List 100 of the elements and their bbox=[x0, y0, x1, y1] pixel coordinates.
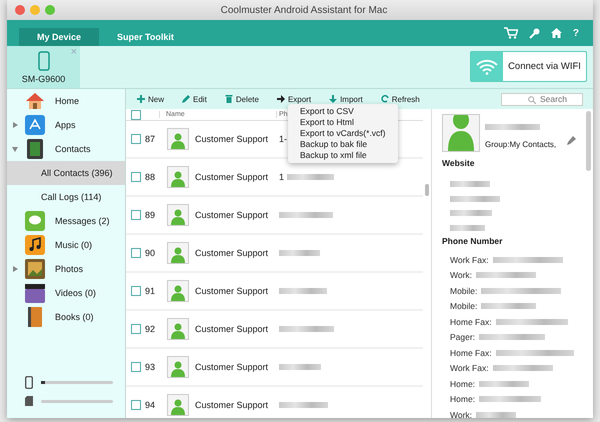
down-arrow-icon bbox=[329, 95, 338, 103]
phone-label: Work: bbox=[450, 270, 472, 280]
contact-photo bbox=[442, 114, 480, 152]
blurred-text bbox=[479, 396, 542, 402]
contact-name: Customer Support bbox=[195, 286, 270, 296]
tab[interactable]: My Device bbox=[19, 28, 100, 46]
checkbox[interactable] bbox=[131, 362, 141, 372]
blurred-text bbox=[450, 181, 490, 187]
avatar-icon bbox=[167, 166, 189, 188]
avatar-icon bbox=[167, 280, 189, 302]
wifi-icon bbox=[476, 58, 498, 74]
sidebar-item[interactable]: Music (0) bbox=[7, 233, 125, 257]
sidebar-subitem[interactable]: All Contacts (396) bbox=[7, 161, 125, 185]
address-book-icon bbox=[25, 139, 45, 159]
window-title: Coolmuster Android Assistant for Mac bbox=[220, 4, 388, 16]
checkbox[interactable] bbox=[131, 400, 141, 410]
blurred-text bbox=[450, 224, 485, 230]
collapsed-arrow-icon[interactable] bbox=[12, 122, 18, 128]
close-button[interactable] bbox=[15, 5, 25, 15]
blurred-text bbox=[481, 303, 536, 310]
checkbox[interactable] bbox=[131, 210, 141, 220]
scrollbar-thumb[interactable] bbox=[586, 111, 591, 171]
sidebar-item[interactable]: Videos (0) bbox=[7, 281, 125, 305]
arrow-icon bbox=[276, 95, 285, 103]
blurred-text bbox=[479, 380, 530, 387]
phone-icon bbox=[38, 50, 50, 70]
checkbox[interactable] bbox=[131, 110, 141, 120]
menu-item[interactable]: Export to CSV bbox=[300, 106, 386, 117]
toolbar-button[interactable]: Delete bbox=[222, 94, 262, 104]
blurred-text bbox=[279, 326, 334, 332]
key-icon[interactable] bbox=[528, 28, 540, 38]
storage-bar bbox=[41, 381, 113, 384]
sidebar-item[interactable]: Home bbox=[7, 89, 125, 113]
checkbox[interactable] bbox=[131, 286, 141, 296]
menu-item[interactable]: Backup to xml file bbox=[300, 150, 386, 161]
row-number: 87 bbox=[145, 134, 156, 144]
avatar-icon bbox=[167, 204, 189, 226]
checkbox[interactable] bbox=[131, 248, 141, 258]
blurred-text bbox=[476, 272, 536, 278]
menu-item[interactable]: Backup to bak file bbox=[300, 139, 386, 150]
blurred-text bbox=[287, 174, 334, 180]
home-icon[interactable] bbox=[550, 28, 562, 38]
blurred-text bbox=[485, 124, 540, 130]
phone-label: Home: bbox=[450, 394, 476, 404]
phone-icon bbox=[25, 376, 33, 389]
row-number: 94 bbox=[145, 400, 156, 410]
blurred-text bbox=[279, 288, 327, 294]
section-heading: Phone Number bbox=[442, 236, 504, 246]
contact-name: Customer Support bbox=[195, 324, 270, 334]
sidebar-subitem[interactable]: Call Logs (114) bbox=[7, 185, 125, 209]
section-heading: Website bbox=[442, 158, 476, 168]
phone-label: Work Fax: bbox=[450, 363, 489, 374]
zoom-button[interactable] bbox=[45, 5, 55, 15]
contact-name: Customer Support bbox=[195, 400, 270, 410]
toolbar-button[interactable]: Import bbox=[326, 94, 366, 104]
toolbar-button[interactable]: Export bbox=[274, 94, 314, 104]
phone-label: Work: bbox=[450, 410, 472, 418]
scrollbar-thumb[interactable] bbox=[425, 184, 429, 196]
blurred-text bbox=[450, 210, 492, 216]
speech-bubble-icon bbox=[25, 211, 45, 231]
pencil-icon[interactable] bbox=[567, 136, 576, 145]
phone-number: 1 bbox=[279, 172, 284, 182]
blurred-text bbox=[279, 364, 321, 370]
row-number: 93 bbox=[145, 362, 156, 372]
sidebar-item[interactable]: Contacts bbox=[7, 137, 125, 161]
avatar-icon bbox=[167, 318, 189, 340]
blurred-text bbox=[279, 212, 333, 218]
cart-icon[interactable] bbox=[504, 27, 518, 39]
phone-label: Home Fax: bbox=[450, 348, 492, 358]
trash-icon bbox=[224, 95, 233, 103]
toolbar-button[interactable]: Refresh bbox=[378, 94, 423, 104]
toolbar-button[interactable]: Edit bbox=[179, 94, 210, 104]
blurred-text bbox=[492, 256, 563, 263]
minimize-button[interactable] bbox=[30, 5, 40, 15]
contact-group: Group:My Contacts, bbox=[485, 140, 556, 149]
refresh-icon bbox=[380, 95, 389, 103]
phone-label: Work Fax: bbox=[450, 254, 489, 265]
menu-item[interactable]: Export to vCards(*.vcf) bbox=[300, 128, 386, 139]
contact-name: Customer Support bbox=[195, 172, 270, 182]
phone-label: Pager: bbox=[450, 332, 476, 342]
checkbox[interactable] bbox=[131, 134, 141, 144]
blurred-text bbox=[279, 402, 328, 408]
connect-wifi-button[interactable]: Connect via WIFI bbox=[470, 51, 587, 82]
checkbox[interactable] bbox=[131, 324, 141, 334]
phone-label: Mobile: bbox=[450, 286, 478, 296]
sidebar-item[interactable]: Photos bbox=[7, 257, 125, 281]
menu-item[interactable]: Export to Html bbox=[300, 117, 386, 128]
expanded-arrow-icon[interactable] bbox=[12, 146, 18, 152]
sidebar-item[interactable]: Messages (2) bbox=[7, 209, 125, 233]
toolbar-button[interactable]: New bbox=[134, 94, 168, 104]
device-tab[interactable]: SM-G9600 × bbox=[7, 46, 80, 88]
sidebar-item[interactable]: Apps bbox=[7, 113, 125, 137]
checkbox[interactable] bbox=[131, 172, 141, 182]
search-field[interactable]: Search bbox=[501, 92, 583, 106]
sidebar-item[interactable]: Books (0) bbox=[7, 305, 125, 329]
phone-number: 1- bbox=[279, 134, 288, 144]
music-note-icon bbox=[25, 235, 45, 255]
row-number: 91 bbox=[145, 286, 156, 296]
collapsed-arrow-icon[interactable] bbox=[12, 266, 18, 272]
avatar-icon bbox=[167, 356, 189, 378]
